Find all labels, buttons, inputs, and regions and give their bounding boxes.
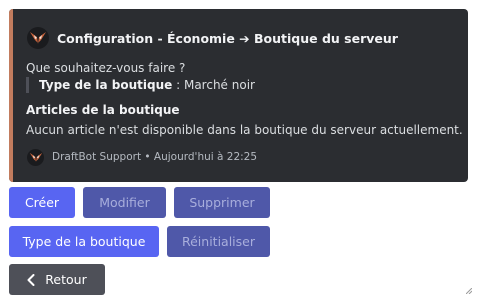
modify-button[interactable]: Modifier — [83, 187, 166, 218]
embed-footer: DraftBot Support • Aujourd'hui à 22:25 — [27, 148, 257, 166]
embed-quote: Type de la boutique : Marché noir — [26, 77, 255, 93]
embed-title: Configuration - Économie ➔ Boutique du s… — [57, 30, 398, 46]
draftbot-logo-icon — [27, 148, 44, 166]
create-button[interactable]: Créer — [9, 187, 75, 218]
embed-field-value: Aucun article n'est disponible dans la b… — [26, 123, 463, 137]
embed-author: Configuration - Économie ➔ Boutique du s… — [27, 27, 398, 49]
back-button-label: Retour — [45, 272, 87, 287]
back-button[interactable]: Retour — [9, 264, 105, 295]
quote-separator: : — [172, 78, 184, 92]
embed-footer-text: DraftBot Support • Aujourd'hui à 22:25 — [52, 151, 258, 163]
shop-type-button[interactable]: Type de la boutique — [9, 226, 159, 257]
quote-value: Marché noir — [183, 78, 255, 92]
draftbot-logo-icon — [27, 27, 49, 49]
reset-button[interactable]: Réinitialiser — [167, 226, 270, 257]
embed-field-name: Articles de la boutique — [26, 103, 180, 117]
quote-label: Type de la boutique — [39, 78, 173, 92]
delete-button[interactable]: Supprimer — [174, 187, 270, 218]
embed-card: Configuration - Économie ➔ Boutique du s… — [9, 9, 468, 182]
embed-accent-bar — [9, 9, 13, 182]
chevron-left-icon — [27, 273, 35, 286]
embed-description: Que souhaitez-vous faire ? — [26, 61, 186, 75]
resize-handle-icon[interactable] — [465, 279, 473, 298]
